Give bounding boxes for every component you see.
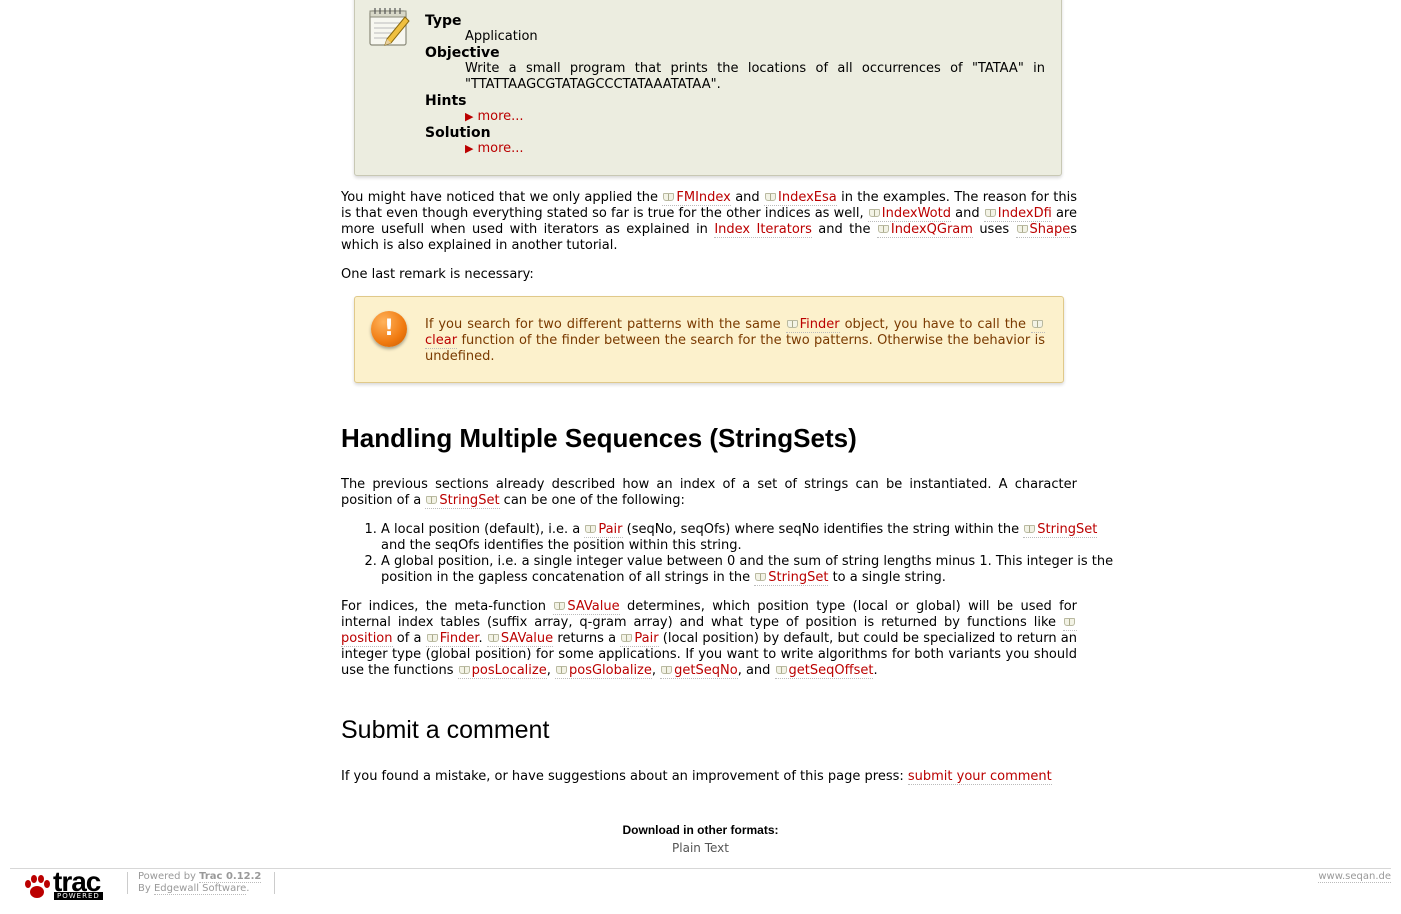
download-plain-text[interactable]: Plain Text bbox=[0, 841, 1401, 855]
objective-value: Write a small program that prints the lo… bbox=[465, 61, 1045, 92]
link-indexdfi[interactable]: IndexDfi bbox=[983, 206, 1052, 222]
trac-powered-tag: POWERED bbox=[54, 892, 103, 900]
link-pair[interactable]: Pair bbox=[584, 522, 623, 538]
warning-icon: ! bbox=[371, 311, 407, 347]
link-savalue[interactable]: SAValue bbox=[553, 599, 620, 615]
trac-paw-icon bbox=[25, 875, 50, 898]
download-formats: Download in other formats: Plain Text bbox=[0, 823, 1401, 855]
download-title: Download in other formats: bbox=[622, 823, 779, 837]
paragraph-savalue: For indices, the meta-function SAValue d… bbox=[341, 599, 1077, 679]
link-stringset[interactable]: StringSet bbox=[425, 493, 500, 509]
list-item: A local position (default), i.e. a Pair … bbox=[381, 522, 1117, 554]
link-submit-comment[interactable]: submit your comment bbox=[907, 769, 1052, 785]
heading-multiple-sequences: Handling Multiple Sequences (StringSets) bbox=[341, 423, 857, 453]
site-link-container: www.seqan.de bbox=[1318, 871, 1391, 883]
objective-label: Objective bbox=[425, 45, 500, 61]
link-shape[interactable]: Shape bbox=[1015, 222, 1071, 238]
solution-label: Solution bbox=[425, 125, 491, 141]
link-getseqno[interactable]: getSeqNo bbox=[660, 663, 738, 679]
paragraph-last-remark: One last remark is necessary: bbox=[341, 267, 534, 282]
task-box: Type Application Objective Write a small… bbox=[354, 0, 1062, 176]
link-stringset[interactable]: StringSet bbox=[754, 570, 829, 586]
link-indexesa[interactable]: IndexEsa bbox=[764, 190, 837, 206]
task-definition-list: Type Application Objective Write a small… bbox=[425, 13, 1045, 157]
link-finder[interactable]: Finder bbox=[785, 317, 840, 333]
link-trac[interactable]: Trac 0.12.2 bbox=[199, 871, 262, 883]
paragraph-stringset-intro: The previous sections already described … bbox=[341, 477, 1077, 509]
list-item: A global position, i.e. a single integer… bbox=[381, 554, 1117, 586]
warning-box: ! If you search for two different patter… bbox=[354, 296, 1064, 383]
link-getseqoffset[interactable]: getSeqOffset bbox=[774, 663, 874, 679]
footer-divider bbox=[10, 868, 1391, 869]
powered-by: Powered by Trac 0.12.2 By Edgewall Softw… bbox=[138, 871, 262, 895]
link-indexwotd[interactable]: IndexWotd bbox=[867, 206, 951, 222]
position-types-list: A local position (default), i.e. a Pair … bbox=[341, 522, 1117, 586]
link-fmindex[interactable]: FMIndex bbox=[662, 190, 731, 206]
link-posglobalize[interactable]: posGlobalize bbox=[555, 663, 652, 679]
link-finder[interactable]: Finder bbox=[425, 631, 479, 647]
link-savalue[interactable]: SAValue bbox=[486, 631, 554, 647]
solution-more-toggle[interactable]: more... bbox=[465, 141, 524, 156]
link-index-iterators[interactable]: Index Iterators bbox=[714, 222, 812, 238]
paragraph-indices: You might have noticed that we only appl… bbox=[341, 190, 1077, 253]
link-pair[interactable]: Pair bbox=[620, 631, 659, 647]
paragraph-submit: If you found a mistake, or have suggesti… bbox=[341, 769, 1052, 785]
hints-label: Hints bbox=[425, 93, 467, 109]
link-edgewall[interactable]: Edgewall Software bbox=[153, 883, 247, 895]
type-value: Application bbox=[465, 29, 538, 44]
footer-separator bbox=[127, 872, 128, 894]
type-label: Type bbox=[425, 13, 462, 29]
hints-more-toggle[interactable]: more... bbox=[465, 109, 524, 124]
link-seqan-site[interactable]: www.seqan.de bbox=[1318, 871, 1391, 883]
link-poslocalize[interactable]: posLocalize bbox=[457, 663, 547, 679]
link-stringset[interactable]: StringSet bbox=[1023, 522, 1098, 538]
link-indexqgram[interactable]: IndexQGram bbox=[876, 222, 973, 238]
warning-text: If you search for two different patterns… bbox=[425, 317, 1045, 364]
footer-separator bbox=[274, 872, 275, 894]
notepad-pencil-icon bbox=[369, 8, 410, 46]
heading-submit-comment: Submit a comment bbox=[341, 716, 550, 744]
